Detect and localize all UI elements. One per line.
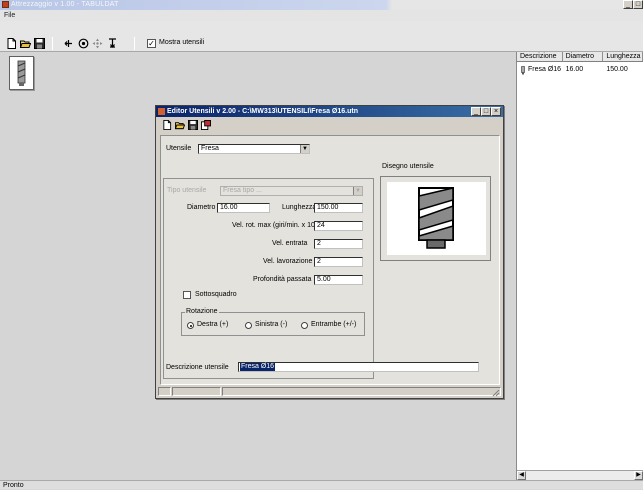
- new-file-icon[interactable]: [162, 120, 172, 130]
- rotazione-entrambe-label: Entrambe (+/-): [311, 321, 357, 328]
- column-lunghezza[interactable]: Lunghezza: [603, 52, 643, 61]
- dialog-main-panel: Utensile Fresa ▼ Disegno utensile Tipo u…: [160, 135, 500, 385]
- save-icon[interactable]: [34, 38, 45, 49]
- mostra-utensili-checkbox[interactable]: ✓ Mostra utensili: [147, 38, 204, 48]
- tool-list-panel: Descrizione Diametro Lunghezza Fresa Ø16…: [516, 52, 643, 480]
- dialog-window-buttons: _ □ ×: [471, 107, 501, 116]
- tipo-utensile-combobox[interactable]: Fresa tipo ... ▼: [220, 186, 363, 196]
- tipo-utensile-label: Tipo utensile: [167, 187, 207, 194]
- menu-file[interactable]: File: [4, 10, 15, 21]
- row-descrizione: Fresa Ø16: [517, 65, 563, 75]
- rotazione-entrambe-radio[interactable]: [301, 322, 308, 329]
- status-segment: [222, 387, 501, 396]
- minimize-button[interactable]: _: [623, 0, 633, 9]
- chevron-down-icon[interactable]: ▼: [353, 187, 362, 195]
- profondita-label: Profondità passata: [253, 276, 312, 283]
- lunghezza-input[interactable]: 150.00: [314, 203, 363, 213]
- dialog-app-icon: [158, 108, 165, 115]
- diametro-label: Diametro: [187, 204, 216, 211]
- row-descrizione-text: Fresa Ø16: [528, 66, 562, 73]
- column-descrizione[interactable]: Descrizione: [517, 52, 563, 61]
- new-file-icon[interactable]: [6, 38, 17, 49]
- endmill-icon: [17, 60, 26, 86]
- rotazione-title: Rotazione: [185, 308, 219, 316]
- vel-lavorazione-input[interactable]: 2: [314, 257, 363, 267]
- move-arrows-icon[interactable]: [92, 38, 103, 49]
- main-titlebar[interactable]: Attrezzaggio v 1.00 - TABULDAT _ □: [0, 0, 643, 10]
- utensile-value: Fresa: [201, 145, 219, 152]
- app-title: Attrezzaggio v 1.00 - TABULDAT: [11, 1, 119, 8]
- lunghezza-label: Lunghezza: [282, 204, 317, 211]
- list-horizontal-scrollbar[interactable]: ◀ ▶: [517, 470, 643, 480]
- rotazione-destra-radio[interactable]: [187, 322, 194, 329]
- scroll-right-icon[interactable]: ▶: [634, 471, 643, 480]
- diametro-input[interactable]: 16.00: [217, 203, 270, 213]
- disegno-label: Disegno utensile: [382, 163, 434, 170]
- app-icon: [2, 1, 9, 8]
- open-folder-icon[interactable]: [20, 38, 31, 49]
- status-segment: [172, 387, 221, 396]
- dialog-titlebar[interactable]: Editor Utensili v 2.00 - C:\MW313\UTENSI…: [156, 106, 503, 117]
- resize-grip-icon[interactable]: [492, 389, 500, 397]
- editor-utensili-dialog: Editor Utensili v 2.00 - C:\MW313\UTENSI…: [155, 105, 504, 399]
- tool-height-icon[interactable]: [107, 38, 118, 49]
- tool-thumbnail[interactable]: [9, 56, 34, 90]
- target-icon[interactable]: [78, 38, 89, 49]
- vel-lavorazione-label: Vel. lavorazione: [263, 258, 313, 265]
- disegno-utensile-canvas: [387, 182, 486, 255]
- sottosquadro-label: Sottosquadro: [195, 291, 237, 298]
- dialog-title: Editor Utensili v 2.00 - C:\MW313\UTENSI…: [167, 108, 358, 115]
- vel-rot-input[interactable]: 24: [314, 221, 363, 231]
- row-diametro: 16.00: [565, 66, 584, 73]
- tool-origin-icon[interactable]: [63, 38, 74, 49]
- save-icon[interactable]: [188, 120, 198, 130]
- tipo-utensile-value: Fresa tipo ...: [223, 187, 262, 194]
- descrizione-utensile-value: Fresa Ø16: [240, 363, 276, 371]
- main-window-buttons: _ □: [623, 0, 643, 9]
- chevron-down-icon[interactable]: ▼: [300, 145, 309, 153]
- table-row[interactable]: Fresa Ø16 16.00 150.00: [517, 65, 643, 75]
- checkbox-box[interactable]: ✓: [147, 38, 156, 48]
- dialog-toolbar: [156, 117, 503, 132]
- row-lunghezza: 150.00: [606, 66, 628, 73]
- endmill-drawing-icon: [418, 187, 454, 249]
- rotazione-destra-label: Destra (+): [197, 321, 229, 328]
- rotazione-sinistra-label: Sinistra (-): [255, 321, 288, 328]
- menubar: File: [0, 10, 643, 21]
- scroll-left-icon[interactable]: ◀: [517, 471, 526, 480]
- dialog-minimize-button[interactable]: _: [471, 107, 481, 116]
- export-icon[interactable]: [201, 120, 211, 130]
- vel-entrata-label: Vel. entrata: [272, 240, 308, 247]
- vel-rot-label: Vel. rot. max (giri/min. x 1000): [232, 222, 325, 229]
- descrizione-utensile-input[interactable]: Fresa Ø16: [238, 362, 479, 372]
- column-diametro[interactable]: Diametro: [563, 52, 604, 61]
- dialog-close-button[interactable]: ×: [491, 107, 501, 116]
- toolbar-separator: [134, 37, 135, 50]
- main-statusbar: Pronto: [0, 480, 643, 489]
- status-segment: [158, 387, 171, 396]
- toolbar-separator: [52, 37, 53, 50]
- tool-list-header: Descrizione Diametro Lunghezza: [517, 52, 643, 62]
- vel-entrata-input[interactable]: 2: [314, 239, 363, 249]
- utensile-combobox[interactable]: Fresa ▼: [198, 144, 310, 154]
- endmill-icon: [521, 65, 525, 74]
- dialog-statusbar: [158, 387, 501, 397]
- sottosquadro-checkbox[interactable]: [183, 291, 191, 299]
- descrizione-utensile-label: Descrizione utensile: [166, 364, 229, 371]
- disegno-utensile-box: [380, 176, 491, 261]
- main-toolbar: ✓ Mostra utensili: [0, 21, 643, 52]
- mostra-utensili-label: Mostra utensili: [159, 39, 205, 46]
- rotazione-sinistra-radio[interactable]: [245, 322, 252, 329]
- profondita-input[interactable]: 5.00: [314, 275, 363, 285]
- dialog-maximize-button[interactable]: □: [481, 107, 491, 116]
- open-folder-icon[interactable]: [175, 120, 185, 130]
- maximize-button[interactable]: □: [633, 0, 643, 9]
- utensile-label: Utensile: [166, 145, 192, 152]
